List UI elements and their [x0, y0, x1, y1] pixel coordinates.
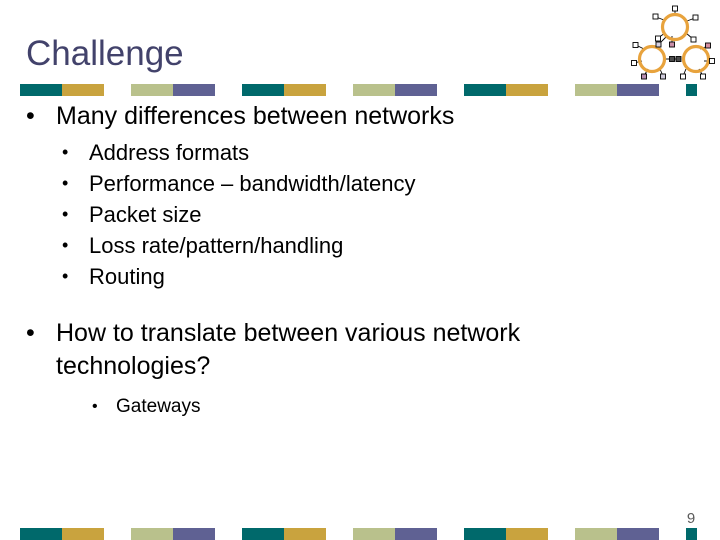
deco-segment-purple — [173, 84, 215, 96]
deco-segment-purple — [395, 528, 437, 540]
deco-segment-teal — [242, 528, 284, 540]
deco-segment-teal — [464, 84, 506, 96]
bullet-marker-icon: • — [26, 319, 35, 347]
list-item-label: Packet size — [89, 202, 202, 227]
list-item-label: Many differences between networks — [56, 102, 455, 130]
page-number: 9 — [686, 510, 696, 527]
bullet-group: • How to translate between various netwo… — [0, 317, 720, 383]
deco-segment-gap — [659, 84, 686, 96]
list-item: • Loss rate/pattern/handling — [62, 230, 720, 261]
page-title: Challenge — [26, 34, 184, 73]
deco-segment-purple — [395, 84, 437, 96]
deco-segment-sage — [131, 84, 173, 96]
deco-segment-gap — [548, 528, 575, 540]
list-item: • Routing — [62, 261, 720, 292]
bullet-marker-icon: • — [92, 398, 98, 415]
deco-segment-purple — [617, 528, 659, 540]
deco-segment-teal — [20, 84, 62, 96]
bullet-marker-icon: • — [62, 142, 69, 162]
bullet-marker-icon: • — [62, 204, 69, 224]
deco-segment-sage — [353, 84, 395, 96]
slide-body: • Many differences between networks • Ad… — [0, 100, 720, 420]
list-item-label: How to translate between various network… — [56, 319, 521, 380]
deco-segment-teal — [686, 84, 697, 96]
deco-segment-sage — [575, 528, 617, 540]
list-item-label: Loss rate/pattern/handling — [89, 233, 344, 258]
deco-segment-gap — [326, 528, 353, 540]
list-item: • Packet size — [62, 199, 720, 230]
slide-canvas: Challenge • Many differences between net… — [0, 0, 720, 540]
bullet-marker-icon: • — [62, 173, 69, 193]
deco-segment-teal — [464, 528, 506, 540]
deco-segment-teal — [686, 528, 697, 540]
deco-segment-purple — [617, 84, 659, 96]
bullet-group: • Address formats • Performance – bandwi… — [0, 137, 720, 292]
deco-segment-gap — [659, 528, 686, 540]
list-item: • How to translate between various netwo… — [26, 317, 680, 383]
deco-segment-gap — [215, 528, 242, 540]
deco-segment-gap — [215, 84, 242, 96]
deco-segment-sage — [353, 528, 395, 540]
three-ring-networks-diagram — [628, 3, 716, 81]
decorative-bar-bottom — [20, 528, 697, 540]
list-item-label: Address formats — [89, 140, 250, 165]
deco-segment-gap — [437, 84, 464, 96]
deco-segment-gold — [62, 528, 104, 540]
list-item: • Performance – bandwidth/latency — [62, 168, 720, 199]
deco-segment-gold — [284, 528, 326, 540]
list-item-label: Performance – bandwidth/latency — [89, 171, 416, 196]
deco-segment-gap — [104, 528, 131, 540]
list-item: • Many differences between networks — [26, 100, 680, 133]
deco-segment-gold — [284, 84, 326, 96]
bullet-marker-icon: • — [62, 266, 69, 286]
deco-segment-sage — [575, 84, 617, 96]
deco-segment-gap — [326, 84, 353, 96]
list-item: • Gateways — [92, 393, 720, 420]
bullet-group: • Many differences between networks — [0, 100, 720, 133]
decorative-bar-top — [20, 84, 697, 96]
bullet-group: • Gateways — [0, 393, 720, 420]
deco-segment-purple — [173, 528, 215, 540]
bullet-marker-icon: • — [62, 235, 69, 255]
list-item: • Address formats — [62, 137, 720, 168]
deco-segment-gap — [104, 84, 131, 96]
deco-segment-gold — [506, 528, 548, 540]
deco-segment-teal — [242, 84, 284, 96]
deco-segment-gold — [506, 84, 548, 96]
deco-segment-sage — [131, 528, 173, 540]
deco-segment-teal — [20, 528, 62, 540]
deco-segment-gap — [437, 528, 464, 540]
list-item-label: Routing — [89, 264, 165, 289]
deco-segment-gap — [548, 84, 575, 96]
bullet-marker-icon: • — [26, 102, 35, 130]
deco-segment-gold — [62, 84, 104, 96]
list-item-label: Gateways — [116, 396, 201, 417]
